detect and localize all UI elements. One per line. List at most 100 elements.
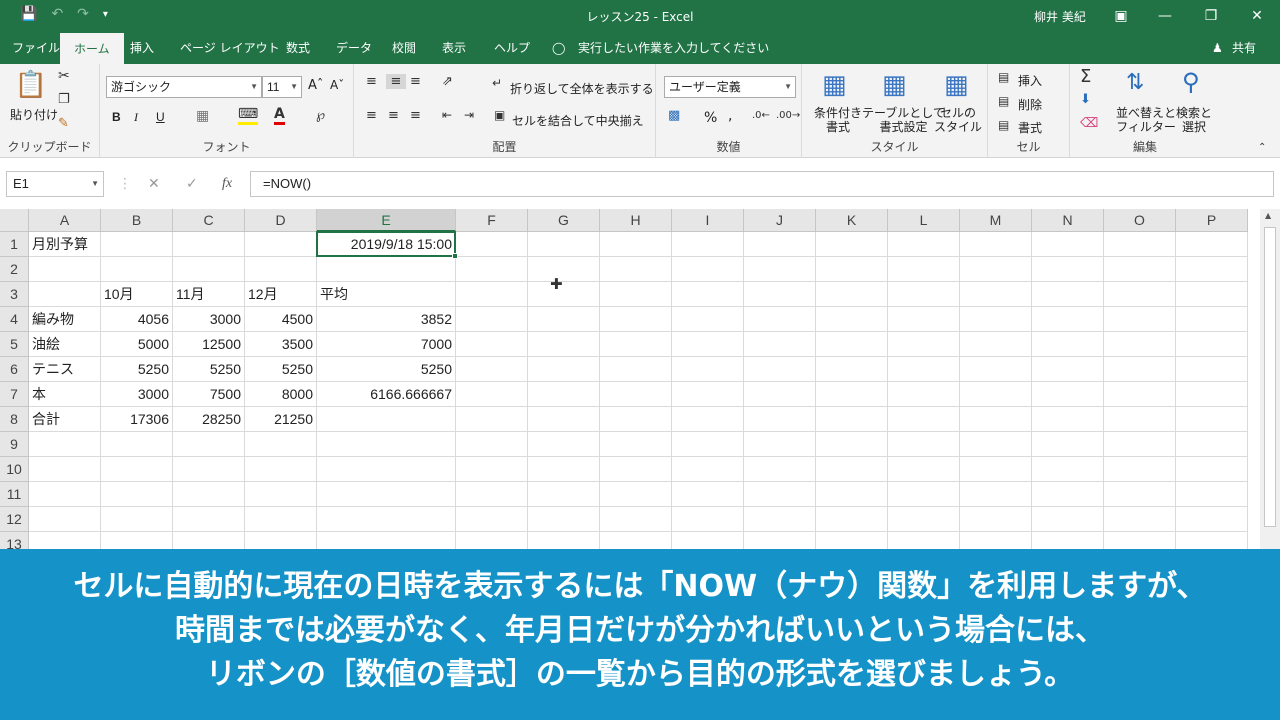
- cell-c13[interactable]: [173, 532, 245, 549]
- decrease-indent-icon[interactable]: ⇤: [442, 108, 452, 122]
- cell-f5[interactable]: [456, 332, 528, 357]
- cell-n13[interactable]: [1032, 532, 1104, 549]
- cell-o7[interactable]: [1104, 382, 1176, 407]
- name-box[interactable]: E1 ▼: [6, 171, 104, 197]
- cell-a11[interactable]: [29, 482, 101, 507]
- cell-g4[interactable]: [528, 307, 600, 332]
- cell-i13[interactable]: [672, 532, 744, 549]
- cell-n12[interactable]: [1032, 507, 1104, 532]
- column-header-a[interactable]: A: [29, 209, 101, 232]
- qat-dropdown-icon[interactable]: ▾: [103, 9, 108, 20]
- cell-m12[interactable]: [960, 507, 1032, 532]
- cell-m1[interactable]: [960, 232, 1032, 257]
- increase-decimal-icon[interactable]: .0←: [752, 110, 770, 121]
- row-header-11[interactable]: 11: [0, 482, 29, 507]
- align-bottom-icon[interactable]: ≡: [410, 74, 421, 89]
- cell-o9[interactable]: [1104, 432, 1176, 457]
- find-select-button[interactable]: 検索と 選択: [1176, 106, 1212, 134]
- cell-o13[interactable]: [1104, 532, 1176, 549]
- collapse-ribbon-icon[interactable]: ⌃: [1258, 142, 1266, 153]
- cell-n11[interactable]: [1032, 482, 1104, 507]
- column-header-d[interactable]: D: [245, 209, 317, 232]
- cell-p1[interactable]: [1176, 232, 1248, 257]
- cell-f1[interactable]: [456, 232, 528, 257]
- format-painter-icon[interactable]: ✎: [58, 116, 69, 131]
- cell-i10[interactable]: [672, 457, 744, 482]
- cell-l6[interactable]: [888, 357, 960, 382]
- cell-f9[interactable]: [456, 432, 528, 457]
- italic-button[interactable]: I: [134, 110, 138, 125]
- cell-j9[interactable]: [744, 432, 816, 457]
- person-icon[interactable]: ♟: [1212, 32, 1223, 64]
- cell-k7[interactable]: [816, 382, 888, 407]
- cell-k10[interactable]: [816, 457, 888, 482]
- cell-m13[interactable]: [960, 532, 1032, 549]
- cell-n1[interactable]: [1032, 232, 1104, 257]
- cell-f13[interactable]: [456, 532, 528, 549]
- cell-n9[interactable]: [1032, 432, 1104, 457]
- cell-g13[interactable]: [528, 532, 600, 549]
- cell-i8[interactable]: [672, 407, 744, 432]
- cell-h5[interactable]: [600, 332, 672, 357]
- fill-handle[interactable]: [452, 253, 458, 259]
- cell-k6[interactable]: [816, 357, 888, 382]
- phonetic-icon[interactable]: ℘: [316, 108, 325, 123]
- cell-c10[interactable]: [173, 457, 245, 482]
- cell-i7[interactable]: [672, 382, 744, 407]
- row-header-2[interactable]: 2: [0, 257, 29, 282]
- align-middle-icon[interactable]: ≡: [386, 74, 406, 89]
- cell-a5[interactable]: 油絵: [29, 332, 101, 357]
- tab-data[interactable]: データ: [336, 32, 372, 64]
- borders-icon[interactable]: ▦: [196, 108, 209, 124]
- cell-f12[interactable]: [456, 507, 528, 532]
- vertical-scrollbar[interactable]: ▲: [1260, 209, 1280, 549]
- cell-k2[interactable]: [816, 257, 888, 282]
- cell-j7[interactable]: [744, 382, 816, 407]
- cell-e10[interactable]: [317, 457, 456, 482]
- cell-g3[interactable]: [528, 282, 600, 307]
- cell-e4[interactable]: 3852: [317, 307, 456, 332]
- cell-h12[interactable]: [600, 507, 672, 532]
- font-size-select[interactable]: 11 ▼: [262, 76, 302, 98]
- cell-l8[interactable]: [888, 407, 960, 432]
- cell-g9[interactable]: [528, 432, 600, 457]
- tab-review[interactable]: 校閲: [392, 32, 416, 64]
- cell-b2[interactable]: [101, 257, 173, 282]
- number-format-select[interactable]: ユーザー定義 ▼: [664, 76, 796, 98]
- cell-b12[interactable]: [101, 507, 173, 532]
- cell-h3[interactable]: [600, 282, 672, 307]
- cell-k9[interactable]: [816, 432, 888, 457]
- cell-j6[interactable]: [744, 357, 816, 382]
- column-header-g[interactable]: G: [528, 209, 600, 232]
- cell-i5[interactable]: [672, 332, 744, 357]
- row-header-3[interactable]: 3: [0, 282, 29, 307]
- cell-f10[interactable]: [456, 457, 528, 482]
- cell-j12[interactable]: [744, 507, 816, 532]
- cell-p2[interactable]: [1176, 257, 1248, 282]
- bold-button[interactable]: B: [112, 110, 121, 124]
- cell-d5[interactable]: 3500: [245, 332, 317, 357]
- cell-j10[interactable]: [744, 457, 816, 482]
- cell-c3[interactable]: 11月: [173, 282, 245, 307]
- increase-indent-icon[interactable]: ⇥: [464, 108, 474, 122]
- cell-l7[interactable]: [888, 382, 960, 407]
- column-header-m[interactable]: M: [960, 209, 1032, 232]
- delete-cells-icon[interactable]: ▤: [998, 94, 1009, 108]
- cell-j5[interactable]: [744, 332, 816, 357]
- cell-d3[interactable]: 12月: [245, 282, 317, 307]
- cell-o3[interactable]: [1104, 282, 1176, 307]
- cell-l12[interactable]: [888, 507, 960, 532]
- column-header-b[interactable]: B: [101, 209, 173, 232]
- cell-j4[interactable]: [744, 307, 816, 332]
- decrease-font-icon[interactable]: Aˇ: [330, 78, 344, 92]
- cell-g11[interactable]: [528, 482, 600, 507]
- column-header-e[interactable]: E: [317, 209, 456, 232]
- cell-g10[interactable]: [528, 457, 600, 482]
- cell-e13[interactable]: [317, 532, 456, 549]
- cell-m11[interactable]: [960, 482, 1032, 507]
- formula-input[interactable]: =NOW(): [250, 171, 1274, 197]
- cell-o2[interactable]: [1104, 257, 1176, 282]
- cell-h13[interactable]: [600, 532, 672, 549]
- cell-c12[interactable]: [173, 507, 245, 532]
- cell-k13[interactable]: [816, 532, 888, 549]
